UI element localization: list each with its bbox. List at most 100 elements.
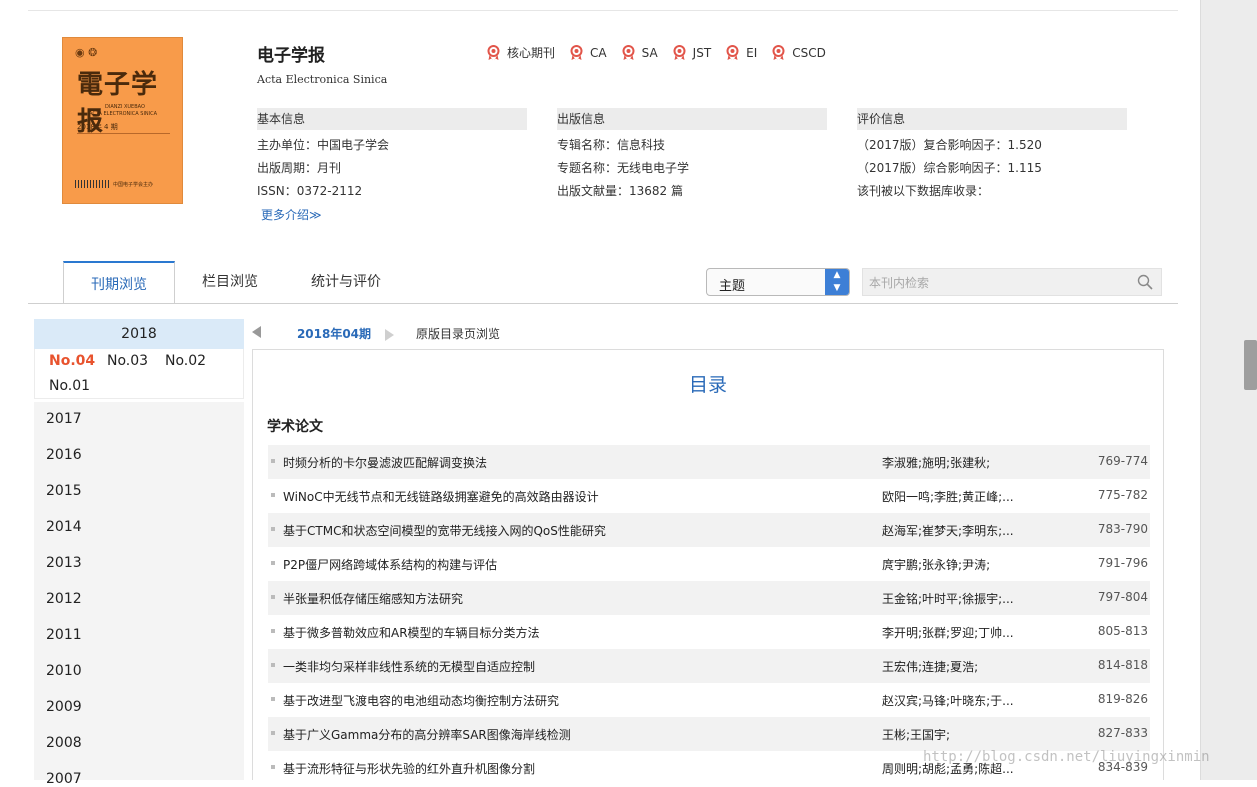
bullet-icon xyxy=(271,561,275,565)
article-title-link[interactable]: 一类非均匀采样非线性系统的无模型自适应控制 xyxy=(283,658,535,675)
year-2008[interactable]: 2008 xyxy=(46,735,82,751)
badge-label: EI xyxy=(746,45,758,60)
table-of-contents: 目录 学术论文 时频分析的卡尔曼滤波匹配解调变换法 李淑雅;施明;张建秋; 76… xyxy=(252,349,1164,780)
year-2015[interactable]: 2015 xyxy=(46,483,82,499)
article-pages: 805-813 xyxy=(1097,624,1148,638)
award-icon xyxy=(771,44,786,61)
cover-rule xyxy=(77,133,170,134)
issue-no03[interactable]: No.03 xyxy=(107,353,148,369)
search-field-select[interactable]: 主题 ▲ ▼ xyxy=(706,268,850,296)
article-pages: 775-782 xyxy=(1097,488,1148,502)
journal-search xyxy=(862,268,1162,296)
cover-logos: ◉ ❂ xyxy=(75,46,98,59)
search-icon[interactable] xyxy=(1137,274,1153,290)
article-title-link[interactable]: 半张量积低存储压缩感知方法研究 xyxy=(283,590,463,607)
year-2011[interactable]: 2011 xyxy=(46,627,82,643)
issue-subtabs: 2018年04期 原版目录页浏览 xyxy=(252,320,1164,351)
article-authors: 赵汉宾;马锋;叶晓东;于... xyxy=(882,694,1014,708)
basic-info: 基本信息 主办单位：中国电子学会 出版周期：月刊 ISSN：0372-2112 xyxy=(257,108,527,199)
cover-barcode xyxy=(75,180,109,188)
section-title: 学术论文 xyxy=(267,419,323,435)
article-pages: 791-796 xyxy=(1097,556,1148,570)
publish-info-heading: 出版信息 xyxy=(557,108,827,130)
tab-column-browse[interactable]: 栏目浏览 xyxy=(188,261,272,303)
article-row: 一类非均匀采样非线性系统的无模型自适应控制 王宏伟;连捷;夏浩; 814-818 xyxy=(268,649,1150,683)
year-2014[interactable]: 2014 xyxy=(46,519,82,535)
tab-current-issue[interactable]: 2018年04期 xyxy=(266,320,402,351)
journal-english-title: Acta Electronica Sinica xyxy=(257,73,388,86)
award-icon xyxy=(672,44,687,61)
year-2012[interactable]: 2012 xyxy=(46,591,82,607)
more-intro-link[interactable]: 更多介绍≫ xyxy=(261,206,322,223)
award-icon xyxy=(621,44,636,61)
year-2009[interactable]: 2009 xyxy=(46,699,82,715)
year-2010[interactable]: 2010 xyxy=(46,663,82,679)
badge-ei: EI xyxy=(725,44,757,61)
badge-label: CSCD xyxy=(792,45,826,60)
eval-info-line: （2017版）综合影响因子：1.115 xyxy=(857,161,1042,175)
bullet-icon xyxy=(271,697,275,701)
search-input[interactable] xyxy=(867,272,1121,294)
badge-ca: CA xyxy=(569,44,607,61)
award-icon xyxy=(569,44,584,61)
publish-info: 出版信息 专辑名称：信息科技 专题名称：无线电电子学 出版文献量：13682 篇 xyxy=(557,108,827,199)
article-pages: 814-818 xyxy=(1097,658,1148,672)
top-divider xyxy=(28,10,1178,11)
previous-issue-arrow-icon[interactable] xyxy=(252,326,261,338)
watermark: http://blog.csdn.net/liuyingxinmin xyxy=(923,749,1210,765)
issue-no02[interactable]: No.02 xyxy=(165,353,206,369)
select-arrows-icon: ▲ ▼ xyxy=(825,269,849,295)
badge-label: JST xyxy=(692,45,712,60)
article-authors: 王宏伟;连捷;夏浩; xyxy=(882,660,979,674)
issue-no04[interactable]: No.04 xyxy=(49,353,95,369)
publish-info-line: 专辑名称：信息科技 xyxy=(557,138,666,152)
issue-no01[interactable]: No.01 xyxy=(49,378,90,394)
search-field-value: 主题 xyxy=(719,279,746,294)
scrollbar-thumb[interactable] xyxy=(1244,340,1257,390)
issue-list: No.04 No.03 No.02 No.01 xyxy=(34,349,244,399)
article-title-link[interactable]: P2P僵尸网络跨域体系结构的构建与评估 xyxy=(283,556,497,573)
eval-info-line: 该刊被以下数据库收录： xyxy=(857,184,990,198)
year-2016[interactable]: 2016 xyxy=(46,447,82,463)
badge-label: CA xyxy=(590,45,607,60)
article-title-link[interactable]: 基于CTMC和状态空间模型的宽带无线接入网的QoS性能研究 xyxy=(283,522,606,539)
article-title-link[interactable]: 基于微多普勒效应和AR模型的车辆目标分类方法 xyxy=(283,624,540,641)
journal-page: ◉ ❂ 電子学报 DIANZI XUEBAO ACTA ELECTRONICA … xyxy=(0,0,1257,787)
tab-issue-browse[interactable]: 刊期浏览 xyxy=(63,261,175,303)
article-pages: 819-826 xyxy=(1097,692,1148,706)
publish-info-line: 专题名称：无线电电子学 xyxy=(557,161,690,175)
cover-english-title: ACTA ELECTRONICA SINICA xyxy=(89,111,158,117)
badge-label: 核心期刊 xyxy=(507,46,556,60)
tab-statistics[interactable]: 统计与评价 xyxy=(298,261,394,303)
article-authors: 欧阳一鸣;李胜;黄正峰;... xyxy=(882,490,1014,504)
article-title-link[interactable]: 基于改进型飞渡电容的电池组动态均衡控制方法研究 xyxy=(283,692,559,709)
article-title-link[interactable]: WiNoC中无线节点和无线链路级拥塞避免的高效路由器设计 xyxy=(283,488,599,505)
journal-title: 电子学报 xyxy=(257,46,325,66)
article-authors: 李淑雅;施明;张建秋; xyxy=(882,456,991,470)
article-title-link[interactable]: 时频分析的卡尔曼滤波匹配解调变换法 xyxy=(283,454,487,471)
eval-info-heading: 评价信息 xyxy=(857,108,1127,130)
article-authors: 赵海军;崔梦天;李明东;... xyxy=(882,524,1014,538)
bullet-icon xyxy=(271,527,275,531)
article-title-link[interactable]: 基于流形特征与形状先验的红外直升机图像分割 xyxy=(283,760,535,777)
next-issue-arrow-icon[interactable] xyxy=(385,329,394,341)
article-authors: 李开明;张群;罗迎;丁帅... xyxy=(882,626,1014,640)
year-2018[interactable]: 2018 xyxy=(34,319,244,349)
year-2013[interactable]: 2013 xyxy=(46,555,82,571)
original-toc-link[interactable]: 原版目录页浏览 xyxy=(416,320,500,349)
year-2007[interactable]: 2007 xyxy=(46,771,82,787)
indexing-badges: 核心期刊 CA SA JST EI CSCD xyxy=(486,44,826,61)
article-title-link[interactable]: 基于广义Gamma分布的高分辨率SAR图像海岸线检测 xyxy=(283,726,571,743)
basic-info-heading: 基本信息 xyxy=(257,108,527,130)
article-pages: 783-790 xyxy=(1097,522,1148,536)
article-pages: 769-774 xyxy=(1097,454,1148,468)
cover-issue: 2018年 4 期 xyxy=(77,123,118,131)
article-row: WiNoC中无线节点和无线链路级拥塞避免的高效路由器设计 欧阳一鸣;李胜;黄正峰… xyxy=(268,479,1150,513)
basic-info-line: ISSN：0372-2112 xyxy=(257,184,363,198)
bullet-icon xyxy=(271,459,275,463)
article-pages: 827-833 xyxy=(1097,726,1148,740)
badge-label: SA xyxy=(641,45,658,60)
eval-info: 评价信息 （2017版）复合影响因子：1.520 （2017版）综合影响因子：1… xyxy=(857,108,1127,199)
year-2017[interactable]: 2017 xyxy=(46,411,82,427)
bullet-icon xyxy=(271,493,275,497)
